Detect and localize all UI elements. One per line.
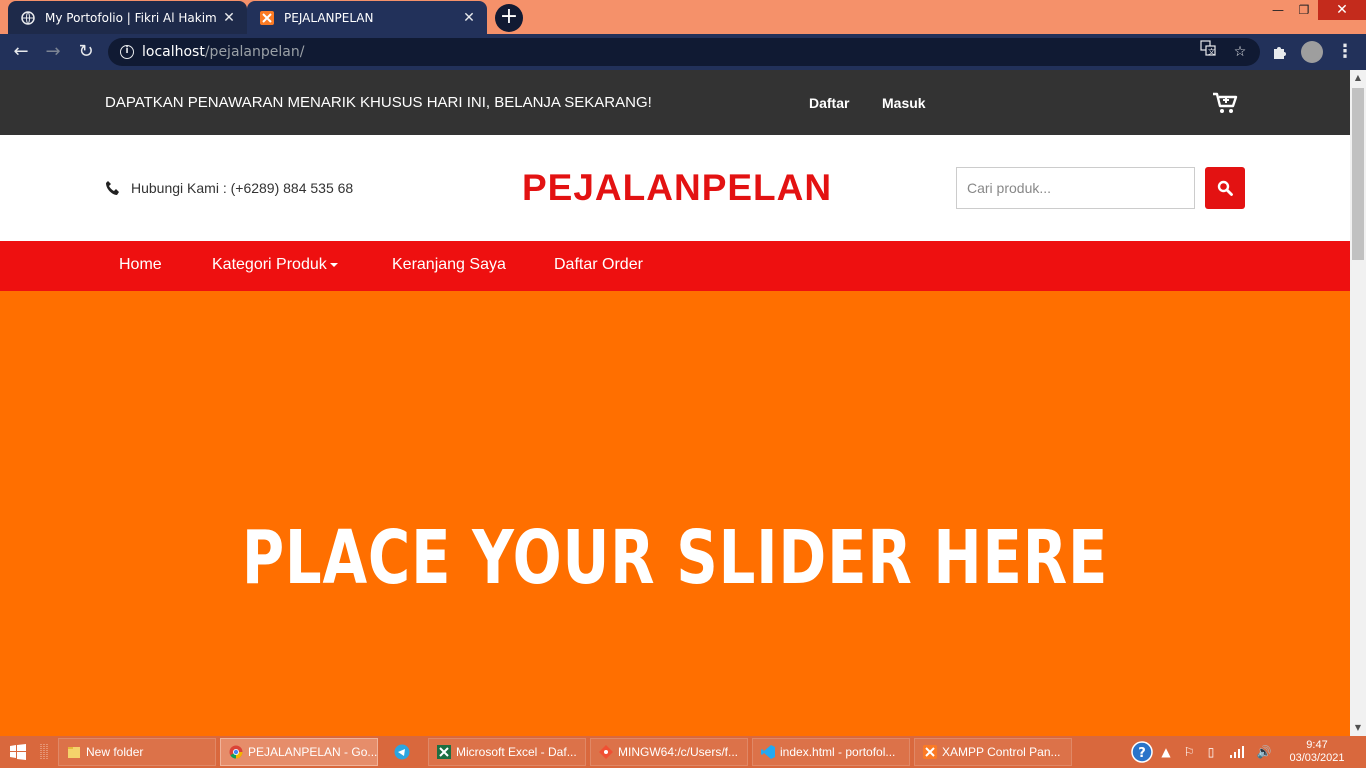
taskbar-item-vscode[interactable]: index.html - portofol...	[752, 738, 910, 766]
svg-text:?: ?	[1138, 746, 1146, 761]
taskbar-item-excel[interactable]: Microsoft Excel - Daf...	[428, 738, 586, 766]
xampp-icon	[259, 10, 275, 26]
action-center-flag-icon[interactable]: ⚐	[1180, 736, 1198, 768]
contact-text: Hubungi Kami : (+6289) 884 535 68	[131, 180, 354, 196]
taskbar-item-label: index.html - portofol...	[780, 745, 896, 759]
close-tab-icon[interactable]: ✕	[461, 10, 477, 26]
nav-categories-label: Kategori Produk	[212, 256, 327, 273]
network-adapter-icon[interactable]: ▯	[1202, 736, 1220, 768]
taskbar-item-label: Microsoft Excel - Daf...	[456, 745, 577, 759]
svg-text:文: 文	[1208, 47, 1215, 56]
nav-cart[interactable]: Keranjang Saya	[392, 256, 506, 274]
site-header: Hubungi Kami : (+6289) 884 535 68 PEJALA…	[0, 135, 1350, 241]
folder-icon	[67, 745, 81, 759]
signal-strength-icon[interactable]	[1228, 736, 1248, 768]
hero-slider[interactable]: PLACE YOUR SLIDER HERE	[0, 291, 1350, 736]
taskbar-item-git-bash[interactable]: MINGW64:/c/Users/f...	[590, 738, 748, 766]
excel-icon	[437, 745, 451, 759]
windows-start-icon[interactable]	[10, 744, 26, 760]
scroll-up-arrow-icon[interactable]: ▲	[1350, 70, 1366, 86]
back-icon[interactable]: ←	[9, 40, 33, 64]
nav-home[interactable]: Home	[119, 256, 162, 274]
cart-icon[interactable]	[1212, 92, 1238, 114]
clock-time: 9:47	[1306, 739, 1328, 751]
main-navigation: Home Kategori Produk Keranjang Saya Daft…	[0, 241, 1350, 291]
address-bar[interactable]: i localhost/pejalanpelan/ 文 ☆	[108, 38, 1260, 66]
taskbar-item-label: XAMPP Control Pan...	[942, 745, 1061, 759]
caret-down-icon	[329, 262, 338, 267]
site-brand-logo[interactable]: PEJALANPELAN	[522, 167, 832, 209]
new-tab-button[interactable]: +	[495, 4, 523, 32]
globe-icon	[20, 10, 36, 26]
taskbar-item-label: New folder	[86, 745, 144, 759]
nav-orders[interactable]: Daftar Order	[554, 256, 643, 274]
translate-icon[interactable]: 文	[1196, 38, 1220, 66]
url-host: localhost	[142, 44, 205, 60]
volume-icon[interactable]: 🔊	[1254, 736, 1274, 768]
promo-text: DAPATKAN PENAWARAN MENARIK KHUSUS HARI I…	[105, 94, 652, 111]
contact-info: Hubungi Kami : (+6289) 884 535 68	[105, 180, 353, 196]
tab-portfolio[interactable]: My Portofolio | Fikri Al Hakim ✕	[8, 1, 247, 34]
search-input[interactable]	[956, 167, 1195, 209]
forward-icon[interactable]: →	[41, 40, 65, 64]
extensions-icon[interactable]	[1267, 40, 1291, 64]
scroll-thumb[interactable]	[1352, 88, 1364, 260]
tab-title: My Portofolio | Fikri Al Hakim	[45, 10, 217, 25]
minimize-icon[interactable]: —	[1264, 0, 1292, 20]
search-button[interactable]	[1205, 167, 1245, 209]
show-hidden-icons[interactable]: ▲	[1158, 736, 1174, 768]
profile-avatar[interactable]	[1301, 41, 1323, 63]
slider-placeholder-text: PLACE YOUR SLIDER HERE	[241, 515, 1109, 601]
taskbar-item-chrome[interactable]: PEJALANPELAN - Go...	[220, 738, 378, 766]
info-icon[interactable]: i	[120, 45, 134, 59]
taskbar-item-folder[interactable]: New folder	[58, 738, 216, 766]
search-icon	[1217, 180, 1233, 196]
git-icon	[599, 745, 613, 759]
system-clock[interactable]: 9:47 03/03/2021	[1284, 739, 1350, 765]
phone-icon	[105, 180, 121, 196]
taskbar-item-telegram[interactable]	[382, 738, 422, 766]
browser-tab-strip: My Portofolio | Fikri Al Hakim ✕ PEJALAN…	[0, 0, 1366, 34]
window-close-button[interactable]: ✕	[1318, 0, 1366, 20]
reload-icon[interactable]: ↻	[74, 40, 98, 64]
help-icon[interactable]: ?	[1130, 736, 1154, 768]
clock-date: 03/03/2021	[1289, 752, 1345, 764]
top-promo-bar: DAPATKAN PENAWARAN MENARIK KHUSUS HARI I…	[0, 70, 1350, 135]
taskbar-item-label: MINGW64:/c/Users/f...	[618, 745, 739, 759]
close-tab-icon[interactable]: ✕	[221, 10, 237, 26]
xampp-icon	[923, 745, 937, 759]
tab-pejalanpelan[interactable]: PEJALANPELAN ✕	[247, 1, 487, 34]
restore-icon[interactable]: ❐	[1290, 0, 1318, 20]
chrome-icon	[229, 745, 243, 759]
taskbar-item-xampp[interactable]: XAMPP Control Pan...	[914, 738, 1072, 766]
scroll-down-arrow-icon[interactable]: ▼	[1350, 720, 1366, 736]
bookmark-star-icon[interactable]: ☆	[1228, 38, 1252, 66]
login-link[interactable]: Masuk	[882, 95, 926, 111]
page-scrollbar[interactable]: ▲ ▼	[1350, 70, 1366, 736]
browser-toolbar: ← → ↻ i localhost/pejalanpelan/ 文 ☆ ⋮	[0, 34, 1366, 70]
url-path: /pejalanpelan/	[204, 44, 305, 60]
windows-taskbar: New folder PEJALANPELAN - Go... Microsof…	[0, 736, 1366, 768]
taskbar-item-label: PEJALANPELAN - Go...	[248, 745, 378, 759]
web-page: DAPATKAN PENAWARAN MENARIK KHUSUS HARI I…	[0, 70, 1350, 736]
vscode-icon	[761, 745, 775, 759]
browser-menu-icon[interactable]: ⋮	[1335, 40, 1355, 64]
nav-categories[interactable]: Kategori Produk	[212, 256, 338, 274]
tab-title: PEJALANPELAN	[284, 10, 374, 25]
telegram-icon	[394, 744, 410, 760]
register-link[interactable]: Daftar	[809, 95, 849, 111]
task-view-icon[interactable]	[40, 744, 48, 760]
